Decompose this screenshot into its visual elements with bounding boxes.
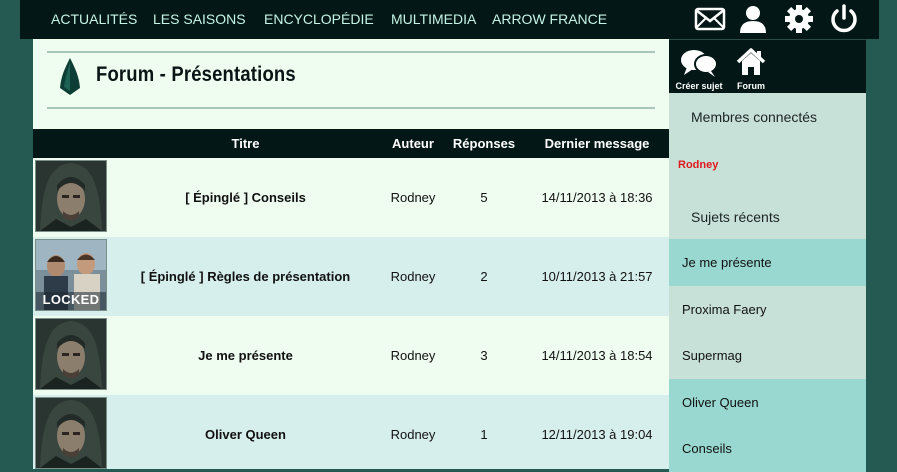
locked-label: LOCKED — [42, 292, 100, 307]
home-icon — [736, 48, 766, 75]
forum-home-button[interactable]: Forum — [721, 47, 781, 93]
arrowhead-icon — [60, 58, 80, 95]
topic-replies: 5 — [480, 190, 488, 205]
create-topic-button[interactable]: Créer sujet — [669, 47, 729, 93]
topic-row[interactable]: [ Épinglé ] Conseils Rodney 5 14/11/2013… — [33, 158, 669, 237]
speech-bubbles-icon — [681, 50, 718, 77]
user-icon[interactable] — [736, 3, 770, 35]
topic-row[interactable]: LOCKED [ Épinglé ] Règles de présentatio… — [33, 237, 669, 316]
header-divider-top — [47, 51, 655, 53]
power-icon[interactable] — [827, 3, 861, 35]
topic-last-message[interactable]: 14/11/2013 à 18:36 — [530, 158, 664, 237]
recent-topic-link[interactable]: Supermag — [669, 332, 866, 379]
column-replies: Réponses — [452, 136, 516, 151]
topic-author[interactable]: Rodney — [381, 395, 445, 469]
topic-title-link[interactable]: Je me présente — [108, 316, 383, 395]
topic-replies: 1 — [480, 427, 488, 442]
sidebar: Créer sujet Forum Membres connectés Rodn… — [669, 39, 866, 472]
column-author: Auteur — [392, 136, 434, 151]
recent-topic-link[interactable]: Conseils — [669, 425, 866, 472]
recent-topic-link[interactable]: Oliver Queen — [669, 379, 866, 426]
header-divider-bottom — [47, 107, 655, 109]
topic-last-message[interactable]: 10/11/2013 à 21:57 — [530, 237, 664, 316]
topic-last-message[interactable]: 12/11/2013 à 19:04 — [530, 395, 664, 469]
nav-link-actualites[interactable]: ACTUALITÉS — [51, 11, 137, 27]
locked-photo-thumbnail[interactable]: LOCKED — [35, 239, 107, 311]
topic-author[interactable]: Rodney — [381, 316, 445, 395]
topic-table-header: Titre Auteur Réponses Dernier message — [33, 129, 669, 158]
sidebar-toolbar: Créer sujet Forum — [669, 39, 866, 94]
recent-topic-label: Proxima Faery — [682, 302, 767, 317]
topic-author[interactable]: Rodney — [381, 237, 445, 316]
nav-link-encyclopedie[interactable]: ENCYCLOPÉDIE — [264, 11, 374, 27]
topic-title-link[interactable]: Oliver Queen — [108, 395, 383, 469]
online-members-heading: Membres connectés — [691, 109, 818, 125]
column-last-message: Dernier message — [544, 136, 650, 151]
recent-topics-heading: Sujets récents — [691, 209, 780, 225]
nav-link-saisons[interactable]: LES SAISONS — [153, 11, 246, 27]
online-user-link[interactable]: Rodney — [678, 159, 718, 171]
top-navigation-bar: ACTUALITÉS LES SAISONS ENCYCLOPÉDIE MULT… — [20, 0, 879, 39]
topic-row[interactable]: Oliver Queen Rodney 1 12/11/2013 à 19:04 — [33, 395, 669, 469]
topic-author[interactable]: Rodney — [381, 158, 445, 237]
nav-link-arrow-france[interactable]: ARROW FRANCE — [492, 11, 607, 27]
recent-topic-label: Je me présente — [682, 255, 772, 270]
recent-topic-label: Oliver Queen — [682, 395, 759, 410]
recent-topic-link[interactable]: Je me présente — [669, 239, 866, 286]
topic-last-message[interactable]: 14/11/2013 à 18:54 — [530, 316, 664, 395]
sidebar-info-panel: Membres connectés Rodney Sujets récents — [669, 93, 866, 239]
page-title: Forum - Présentations — [96, 63, 296, 86]
topic-title-link[interactable]: [ Épinglé ] Règles de présentation — [108, 237, 383, 316]
nav-link-multimedia[interactable]: MULTIMEDIA — [391, 11, 476, 27]
topic-replies: 2 — [480, 269, 488, 284]
column-title: Titre — [231, 136, 260, 151]
forum-header: Forum - Présentations — [33, 39, 669, 129]
topic-title-link[interactable]: [ Épinglé ] Conseils — [108, 158, 383, 237]
forum-content: Forum - Présentations Titre Auteur Répon… — [33, 39, 669, 469]
recent-topic-label: Supermag — [682, 348, 742, 363]
create-topic-label: Créer sujet — [675, 81, 723, 91]
topic-row[interactable]: Je me présente Rodney 3 14/11/2013 à 18:… — [33, 316, 669, 395]
hood-avatar-thumbnail[interactable] — [35, 318, 107, 390]
topic-replies: 3 — [480, 348, 488, 363]
gear-icon[interactable] — [782, 3, 816, 35]
topic-list: [ Épinglé ] Conseils Rodney 5 14/11/2013… — [33, 158, 669, 469]
forum-label: Forum — [737, 81, 765, 91]
mail-icon[interactable] — [693, 3, 727, 35]
hood-avatar-thumbnail[interactable] — [35, 160, 107, 232]
hood-avatar-thumbnail[interactable] — [35, 397, 107, 469]
recent-topic-link[interactable]: Proxima Faery — [669, 286, 866, 333]
recent-topic-label: Conseils — [682, 441, 732, 456]
